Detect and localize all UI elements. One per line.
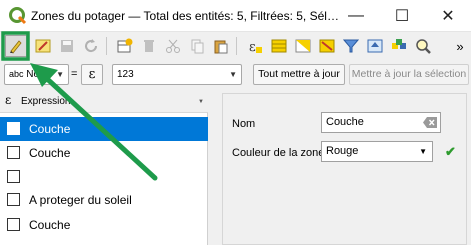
- feature-list-panel: ε Expression ▼ Couche Couche A proteger …: [0, 89, 208, 245]
- pan-icon: [392, 39, 406, 49]
- deselect-icon: [319, 39, 335, 53]
- title-bar: Zones du potager — Total des entités: 5,…: [0, 0, 471, 32]
- chevron-down-icon: ▼: [229, 70, 237, 79]
- close-icon: ✕: [441, 8, 455, 25]
- pencil-icon: [10, 40, 22, 54]
- clear-icon[interactable]: [423, 117, 437, 128]
- toolbar-separator: [236, 37, 237, 55]
- maximize-icon: ☐: [394, 8, 410, 25]
- expression-input[interactable]: 123 ▼: [112, 64, 242, 85]
- copy-icon: [191, 39, 204, 54]
- expression-header-label: Expression: [21, 96, 71, 107]
- delete-icon: [144, 40, 154, 52]
- add-feature-button[interactable]: [114, 35, 136, 57]
- row-checkbox[interactable]: [7, 122, 20, 135]
- equals-label: =: [71, 68, 78, 80]
- invert-selection-button[interactable]: [292, 35, 314, 57]
- paste-button[interactable]: [210, 35, 232, 57]
- filter-button[interactable]: [340, 35, 362, 57]
- row-checkbox[interactable]: [7, 193, 20, 206]
- list-item[interactable]: Couche: [0, 213, 208, 237]
- minimize-button[interactable]: —: [333, 0, 379, 32]
- list-item[interactable]: [0, 165, 208, 189]
- couleur-value: Rouge: [326, 145, 359, 157]
- filter-icon: [343, 39, 359, 53]
- multi-edit-icon: [35, 39, 51, 53]
- expression-header[interactable]: ε Expression ▼: [0, 89, 208, 113]
- zoom-icon: [416, 39, 431, 54]
- select-all-icon: [271, 39, 287, 53]
- sort-arrow-icon: ▼: [198, 99, 204, 105]
- reload-button[interactable]: [80, 35, 102, 57]
- row-checkbox[interactable]: [7, 146, 20, 159]
- expression-value: 123: [117, 69, 134, 80]
- attribute-form: Nom Couche Couleur de la zone Rouge ▼ ✔: [222, 93, 467, 245]
- maximize-button[interactable]: ☐: [379, 0, 425, 32]
- save-edits-button[interactable]: [56, 35, 78, 57]
- minimize-icon: —: [348, 7, 364, 24]
- couleur-label: Couleur de la zone: [232, 147, 325, 159]
- paste-icon: [214, 40, 228, 54]
- constraint-check-icon: ✔: [445, 144, 456, 159]
- nom-value: Couche: [326, 116, 364, 128]
- list-item-label: A proteger du soleil: [29, 193, 132, 207]
- cut-button[interactable]: [162, 35, 184, 57]
- attribute-toolbar: ε »: [0, 32, 471, 61]
- toggle-editing-button[interactable]: [5, 35, 27, 57]
- list-item-label: Couche: [29, 146, 71, 160]
- update-all-button[interactable]: Tout mettre à jour: [253, 64, 345, 85]
- couleur-select[interactable]: Rouge ▼: [321, 141, 433, 162]
- toolbar-overflow-button[interactable]: »: [449, 35, 471, 57]
- field-name-label: Nom: [26, 69, 48, 80]
- list-item[interactable]: A proteger du soleil: [0, 188, 208, 212]
- reload-icon: [85, 39, 98, 53]
- field-type-label: abc: [9, 69, 24, 79]
- toolbar-separator: [106, 37, 107, 55]
- copy-button[interactable]: [186, 35, 208, 57]
- move-top-icon: [367, 39, 383, 53]
- row-checkbox[interactable]: [7, 218, 20, 231]
- list-item[interactable]: Couche: [0, 141, 208, 165]
- list-item[interactable]: Couche: [0, 117, 208, 141]
- nom-label: Nom: [232, 118, 256, 130]
- close-button[interactable]: ✕: [425, 0, 471, 32]
- epsilon-icon: ε: [88, 67, 96, 82]
- deselect-all-button[interactable]: [316, 35, 338, 57]
- pan-to-selection-button[interactable]: [388, 35, 410, 57]
- field-calculator-bar: abc Nom ▼ = ε 123 ▼ Tout mettre à jour M…: [0, 61, 471, 89]
- add-feature-icon: [117, 38, 133, 53]
- expression-select-icon: ε: [249, 40, 262, 54]
- save-icon: [61, 40, 73, 52]
- nom-field[interactable]: Couche: [321, 112, 441, 133]
- qgis-logo-icon: [9, 7, 27, 25]
- more-icon: »: [456, 38, 464, 54]
- cut-icon: [166, 39, 180, 53]
- select-all-button[interactable]: [268, 35, 290, 57]
- list-item-label: Couche: [29, 218, 71, 232]
- expression-icon: ε: [5, 93, 12, 107]
- expression-builder-button[interactable]: ε: [81, 64, 103, 85]
- multi-edit-button[interactable]: [32, 35, 54, 57]
- update-selection-button[interactable]: Mettre à jour la sélection: [349, 64, 469, 85]
- list-item-label: Couche: [29, 122, 71, 136]
- window-title: Zones du potager — Total des entités: 5,…: [31, 9, 339, 23]
- field-select[interactable]: abc Nom ▼: [4, 64, 69, 85]
- svg-text:ε: ε: [249, 40, 256, 54]
- chevron-down-icon: ▼: [419, 147, 427, 156]
- delete-feature-button[interactable]: [138, 35, 160, 57]
- invert-selection-icon: [295, 39, 311, 53]
- row-checkbox[interactable]: [7, 170, 20, 183]
- move-selection-top-button[interactable]: [364, 35, 386, 57]
- select-by-expression-button[interactable]: ε: [244, 35, 266, 57]
- chevron-down-icon: ▼: [56, 70, 64, 79]
- attribute-form-panel: Nom Couche Couleur de la zone Rouge ▼ ✔: [218, 89, 471, 245]
- zoom-to-selection-button[interactable]: [412, 35, 434, 57]
